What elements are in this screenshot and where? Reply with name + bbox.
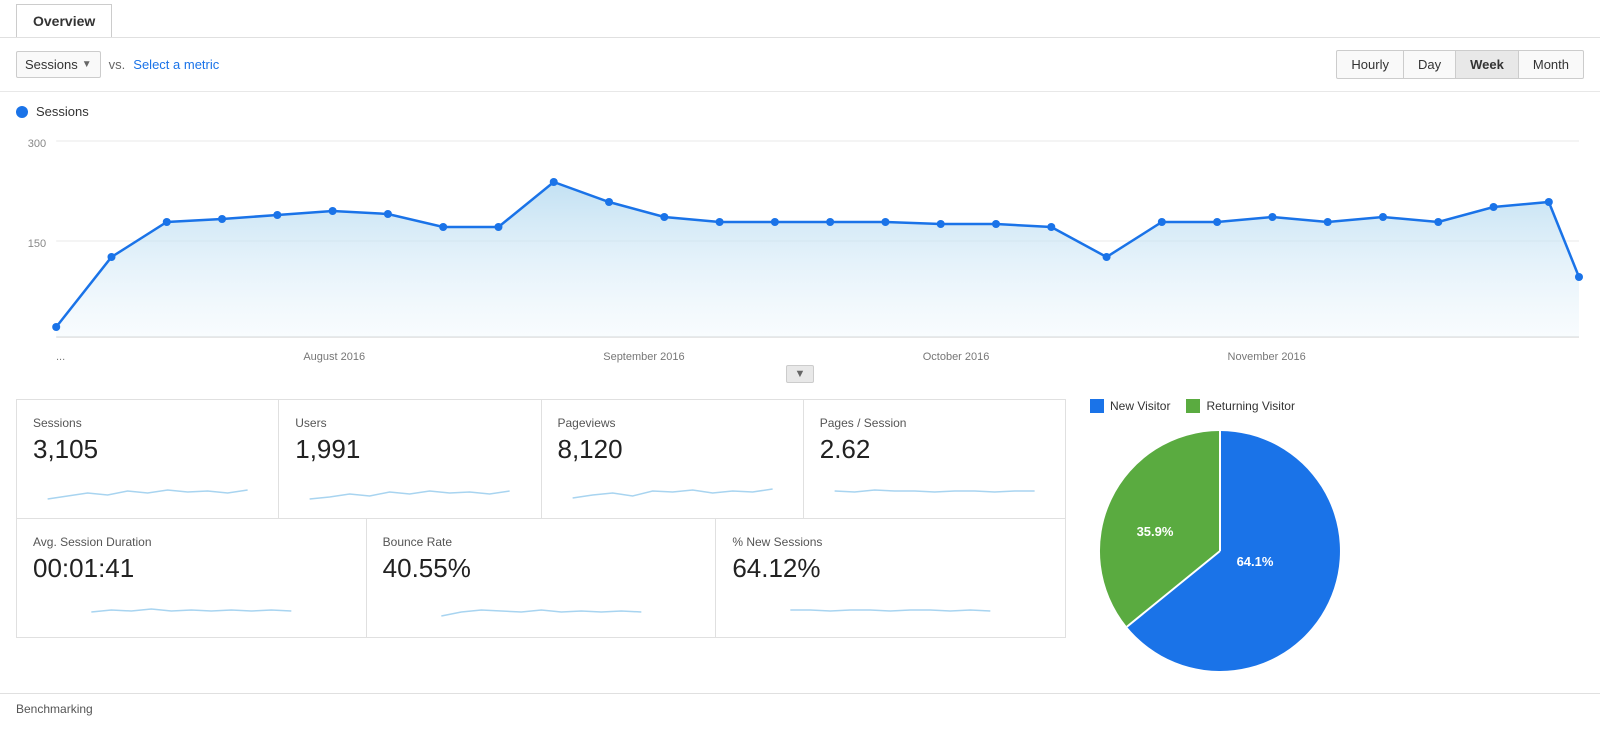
users-value: 1,991 [295, 434, 524, 465]
overview-tab: Overview [16, 4, 112, 37]
pages-per-session-title: Pages / Session [820, 416, 1049, 430]
bottom-section: Benchmarking [0, 693, 1600, 724]
line-chart: 300 150 [16, 127, 1584, 347]
metrics-bottom-grid: Avg. Session Duration 00:01:41 Bounce Ra… [16, 519, 1066, 638]
pages-per-session-sparkline [820, 471, 1049, 507]
new-sessions-value: 64.12% [732, 553, 1049, 584]
pie-legend: New Visitor Returning Visitor [1090, 399, 1295, 413]
chart-scroll-indicator: ▼ [16, 365, 1584, 383]
controls-row: Sessions ▼ vs. Select a metric Hourly Da… [0, 38, 1600, 92]
dropdown-caret-icon: ▼ [82, 59, 92, 70]
avg-session-duration-metric: Avg. Session Duration 00:01:41 [17, 519, 367, 638]
pages-per-session-metric: Pages / Session 2.62 [804, 400, 1066, 519]
metrics-top-grid: Sessions 3,105 Users 1,991 Pageviews 8,1… [16, 399, 1066, 519]
metric-dropdown-label: Sessions [25, 57, 78, 72]
chart-legend: Sessions [16, 104, 1584, 119]
x-label-october: October 2016 [923, 351, 990, 363]
day-button[interactable]: Day [1404, 50, 1456, 79]
pages-per-session-value: 2.62 [820, 434, 1049, 465]
select-metric-link[interactable]: Select a metric [133, 57, 219, 72]
avg-session-duration-value: 00:01:41 [33, 553, 350, 584]
x-label-september: September 2016 [603, 351, 684, 363]
returning-visitor-legend-label: Returning Visitor [1206, 399, 1295, 413]
chart-area: Sessions 300 150 [0, 92, 1600, 383]
metrics-left: Sessions 3,105 Users 1,991 Pageviews 8,1… [16, 399, 1066, 681]
avg-session-duration-sparkline [33, 590, 350, 626]
new-visitor-legend-label: New Visitor [1110, 399, 1170, 413]
returning-visitor-legend-box [1186, 399, 1200, 413]
vs-label: vs. [109, 57, 126, 72]
scroll-down-button[interactable]: ▼ [786, 365, 815, 383]
x-label-0: ... [56, 351, 65, 363]
pageviews-sparkline [558, 471, 787, 507]
bounce-rate-metric: Bounce Rate 40.55% [367, 519, 717, 638]
week-button[interactable]: Week [1456, 50, 1519, 79]
returning-visitor-legend: Returning Visitor [1186, 399, 1295, 413]
bounce-rate-title: Bounce Rate [383, 535, 700, 549]
time-period-buttons: Hourly Day Week Month [1336, 50, 1584, 79]
pageviews-value: 8,120 [558, 434, 787, 465]
returning-visitor-pct-label: 35.9% [1137, 524, 1174, 539]
left-controls: Sessions ▼ vs. Select a metric [16, 51, 219, 78]
chart-svg: 300 150 [16, 127, 1584, 347]
new-sessions-title: % New Sessions [732, 535, 1049, 549]
x-label-august: August 2016 [303, 351, 365, 363]
new-sessions-sparkline [732, 590, 1049, 626]
new-visitor-legend-box [1090, 399, 1104, 413]
bounce-rate-value: 40.55% [383, 553, 700, 584]
sessions-legend-dot [16, 106, 28, 118]
pageviews-title: Pageviews [558, 416, 787, 430]
svg-text:300: 300 [28, 138, 46, 150]
avg-session-duration-title: Avg. Session Duration [33, 535, 350, 549]
pie-chart-svg: 64.1% 35.9% [1090, 421, 1350, 681]
sessions-title: Sessions [33, 416, 262, 430]
new-visitor-legend: New Visitor [1090, 399, 1170, 413]
sessions-value: 3,105 [33, 434, 262, 465]
pageviews-metric: Pageviews 8,120 [542, 400, 804, 519]
svg-text:150: 150 [28, 238, 46, 250]
x-label-november: November 2016 [1228, 351, 1306, 363]
benchmarking-label: Benchmarking [16, 702, 93, 716]
users-title: Users [295, 416, 524, 430]
users-metric: Users 1,991 [279, 400, 541, 519]
pie-chart-container: 64.1% 35.9% [1090, 421, 1350, 681]
metrics-section: Sessions 3,105 Users 1,991 Pageviews 8,1… [0, 387, 1600, 693]
sessions-metric: Sessions 3,105 [17, 400, 279, 519]
sessions-legend-label: Sessions [36, 104, 89, 119]
new-sessions-metric: % New Sessions 64.12% [716, 519, 1066, 638]
hourly-button[interactable]: Hourly [1336, 50, 1404, 79]
metric-dropdown[interactable]: Sessions ▼ [16, 51, 101, 78]
sessions-sparkline [33, 471, 262, 507]
pie-chart-section: New Visitor Returning Visitor 64.1% 35.9… [1066, 399, 1584, 681]
month-button[interactable]: Month [1519, 50, 1584, 79]
page-header: Overview [0, 0, 1600, 38]
bounce-rate-sparkline [383, 590, 700, 626]
chart-x-axis: ... August 2016 September 2016 October 2… [16, 347, 1584, 363]
new-visitor-pct-label: 64.1% [1237, 554, 1274, 569]
users-sparkline [295, 471, 524, 507]
